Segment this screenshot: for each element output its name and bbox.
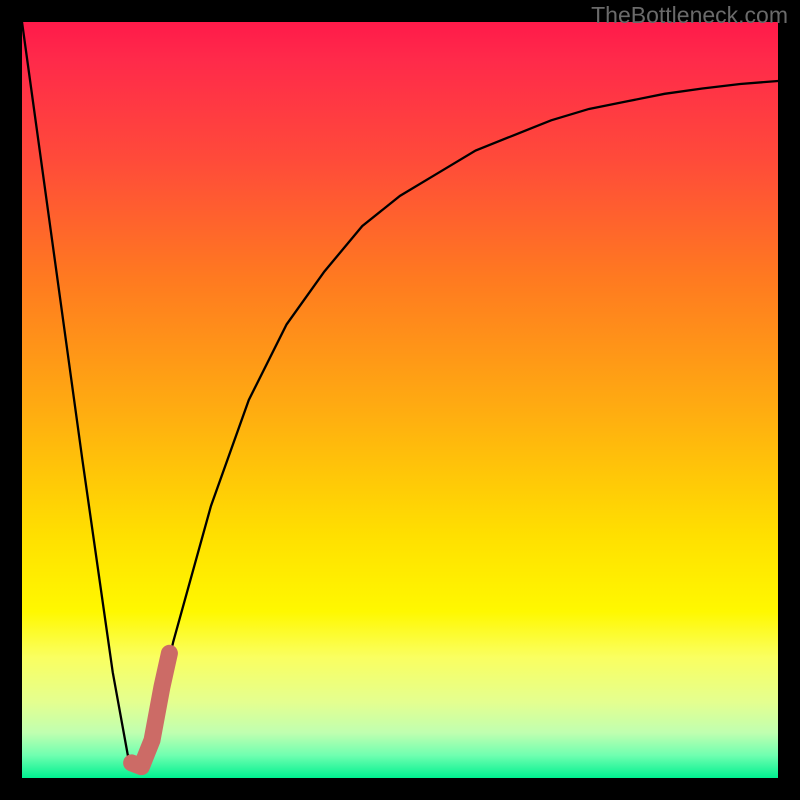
chart-gradient-area <box>22 22 778 778</box>
watermark-text: TheBottleneck.com <box>591 2 788 29</box>
